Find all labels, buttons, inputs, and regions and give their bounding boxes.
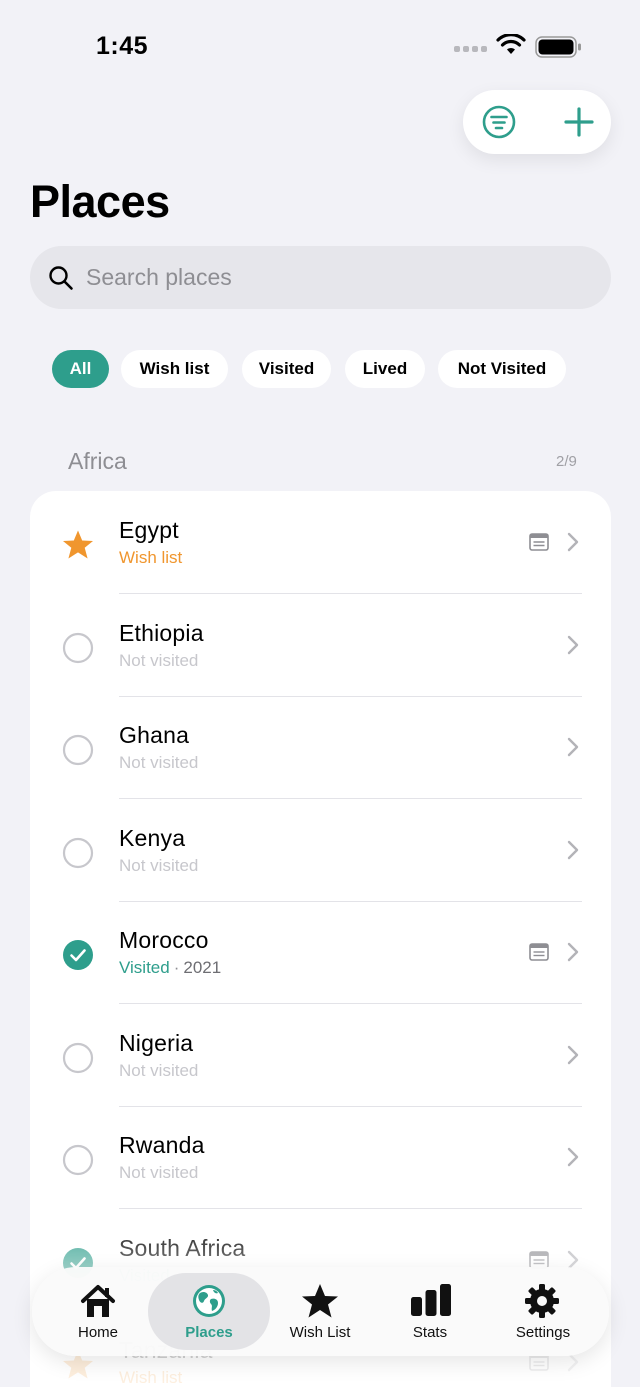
- search-bar[interactable]: [30, 246, 611, 309]
- note-icon: [529, 943, 549, 961]
- globe-icon: [193, 1285, 225, 1317]
- chip-not-visited[interactable]: Not Visited: [438, 350, 566, 388]
- place-status: Not visited: [119, 651, 198, 671]
- section-title: Africa: [68, 448, 127, 474]
- status-separator: ·: [173, 958, 180, 977]
- place-name: Egypt: [119, 517, 179, 543]
- filter-button[interactable]: [481, 104, 517, 140]
- gear-icon: [525, 1284, 559, 1318]
- status-label: Wish list: [119, 1368, 183, 1387]
- star-icon: [63, 530, 93, 559]
- status-bar: 1:45: [0, 0, 640, 90]
- place-status: Visited · 2021: [119, 958, 221, 978]
- tab-settings[interactable]: Settings: [483, 1267, 603, 1356]
- chip-visited[interactable]: Visited: [242, 350, 331, 388]
- place-name: Kenya: [119, 824, 186, 851]
- bar-chart-icon: [411, 1284, 451, 1316]
- check-circle-icon: [63, 940, 93, 970]
- list-item[interactable]: Egypt Wish list: [30, 491, 611, 594]
- add-button[interactable]: [561, 104, 597, 140]
- place-status: Wish list: [119, 548, 182, 568]
- place-status: Not visited: [119, 856, 198, 876]
- status-time: 1:45: [96, 32, 149, 60]
- tab-home[interactable]: Home: [38, 1267, 158, 1356]
- status-label: Visited: [119, 958, 170, 977]
- empty-circle-icon[interactable]: [62, 1144, 94, 1176]
- chevron-right-icon: [567, 737, 579, 757]
- status-label: Not visited: [119, 650, 199, 670]
- chevron-right-icon: [567, 532, 579, 552]
- list-item[interactable]: Ethiopia Not visited: [30, 594, 611, 697]
- wifi-icon: [496, 34, 526, 54]
- list-item[interactable]: Ghana Not visited: [30, 696, 611, 799]
- chevron-right-icon: [567, 942, 579, 962]
- place-name: Ethiopia: [119, 619, 204, 646]
- status-label: Not visited: [119, 1163, 199, 1182]
- tab-settings-label: Settings: [515, 1324, 571, 1341]
- chip-all[interactable]: All: [52, 350, 109, 388]
- battery-icon: [535, 36, 581, 58]
- place-status: Not visited: [119, 1061, 198, 1081]
- chip-lived[interactable]: Lived: [345, 350, 425, 388]
- chevron-right-icon: [567, 840, 579, 859]
- places-list: Egypt Wish list Ethiopia Not visited Ghana No…: [30, 491, 611, 1387]
- note-icon: [529, 1250, 549, 1269]
- place-status: Not visited: [119, 753, 198, 773]
- tab-bar: Home Places Wish List Stats Settings: [32, 1267, 609, 1356]
- list-item[interactable]: Rwanda Not visited: [30, 1106, 611, 1209]
- search-icon: [49, 266, 73, 290]
- status-label: Not visited: [119, 753, 199, 772]
- house-icon: [81, 1285, 115, 1317]
- place-name: South Africa: [119, 1234, 246, 1261]
- tab-wish-list[interactable]: Wish List: [260, 1267, 380, 1356]
- tab-stats-label: Stats: [412, 1324, 448, 1341]
- empty-circle-icon[interactable]: [62, 632, 94, 664]
- page-title: Places: [30, 176, 170, 227]
- chip-wish-list[interactable]: Wish list: [121, 350, 228, 388]
- tab-places-label: Places: [185, 1324, 233, 1341]
- place-status: Not visited: [119, 1163, 198, 1183]
- tab-home-label: Home: [77, 1324, 118, 1341]
- chevron-right-icon: [567, 635, 579, 654]
- place-name: Nigeria: [119, 1029, 194, 1056]
- list-item[interactable]: Morocco Visited · 2021: [30, 901, 611, 1004]
- search-input[interactable]: [86, 246, 586, 309]
- note-icon: [529, 533, 549, 551]
- empty-circle-icon[interactable]: [62, 1042, 94, 1074]
- place-status: Wish list: [119, 1368, 182, 1387]
- empty-circle-icon[interactable]: [62, 734, 94, 766]
- tab-places[interactable]: Places: [148, 1267, 270, 1356]
- tab-wish-list-label: Wish List: [289, 1324, 351, 1341]
- signal-icon: [454, 46, 487, 52]
- chevron-right-icon: [567, 1147, 579, 1167]
- chevron-right-icon: [567, 1045, 579, 1064]
- list-item[interactable]: Kenya Not visited: [30, 799, 611, 902]
- list-item[interactable]: Nigeria Not visited: [30, 1004, 611, 1107]
- place-name: Morocco: [119, 927, 209, 953]
- status-label: Not visited: [119, 1060, 199, 1080]
- tab-stats[interactable]: Stats: [370, 1267, 490, 1356]
- place-name: Ghana: [119, 722, 190, 748]
- top-actions: [463, 90, 611, 154]
- star-icon: [302, 1284, 338, 1318]
- place-name: Rwanda: [119, 1132, 205, 1158]
- section-count: 2/9: [556, 453, 577, 470]
- visit-year: 2021: [183, 958, 222, 977]
- empty-circle-icon[interactable]: [62, 837, 94, 869]
- status-label: Wish list: [119, 548, 183, 567]
- status-label: Not visited: [119, 855, 199, 875]
